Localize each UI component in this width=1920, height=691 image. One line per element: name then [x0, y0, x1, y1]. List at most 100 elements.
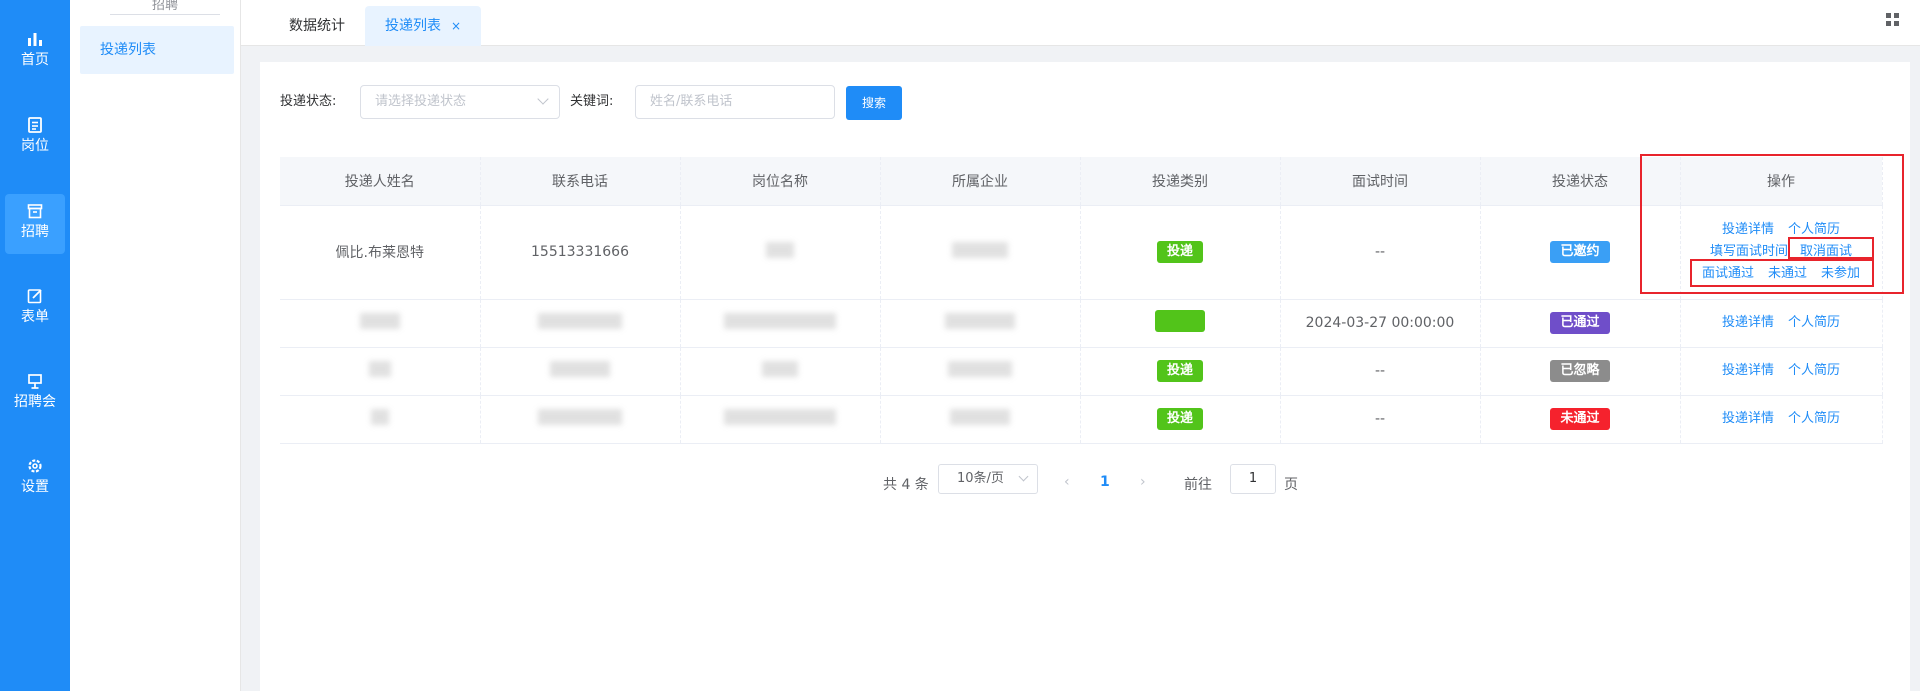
page-number[interactable]: 1	[1100, 474, 1110, 490]
header-name: 投递人姓名	[280, 157, 481, 206]
resume-link[interactable]: 个人简历	[1788, 361, 1840, 381]
cell-actions: 投递详情 个人简历	[1680, 347, 1883, 396]
presentation-icon	[28, 374, 42, 389]
goto-page-input[interactable]: 1	[1230, 464, 1276, 494]
cell-status: 已通过	[1480, 299, 1681, 348]
cell-category: 投递	[1080, 347, 1281, 396]
rail-item-jobs[interactable]: 岗位	[5, 108, 65, 168]
cell-phone: 15513331666	[480, 205, 681, 300]
cancel-interview-link[interactable]: 取消面试	[1800, 242, 1852, 262]
cell-interview-time: --	[1280, 347, 1481, 396]
bar-chart-icon	[28, 33, 42, 46]
header-phone: 联系电话	[480, 157, 681, 206]
resume-link[interactable]: 个人简历	[1788, 220, 1840, 240]
page-size-value: 10条/页	[957, 471, 1004, 486]
rail-label-settings: 设置	[21, 479, 49, 495]
table-row: 2024-03-27 00:00:00 已通过 投递详情 个人简历	[280, 299, 1883, 348]
left-rail: 首页 岗位 招聘 表单 招聘会 设置	[0, 0, 70, 691]
rail-item-forms[interactable]: 表单	[5, 279, 65, 339]
cell-company-redacted	[880, 347, 1081, 396]
applications-table: 投递人姓名 联系电话 岗位名称 所属企业 投递类别 面试时间 投递状态 操作 佩…	[280, 157, 1883, 444]
detail-link[interactable]: 投递详情	[1722, 409, 1774, 429]
prev-page-button[interactable]: ‹	[1064, 474, 1070, 490]
grid-icon[interactable]	[1886, 13, 1900, 27]
detail-link[interactable]: 投递详情	[1722, 220, 1774, 240]
inbox-icon	[27, 204, 43, 219]
rail-item-recruit[interactable]: 招聘	[5, 194, 65, 254]
keyword-input-placeholder: 姓名/联系电话	[650, 94, 733, 109]
status-filter-label: 投递状态:	[280, 94, 337, 109]
keyword-input[interactable]: 姓名/联系电话	[635, 85, 835, 119]
tab-applications[interactable]: 投递列表 ×	[365, 6, 482, 46]
rail-label-jobfair: 招聘会	[14, 394, 56, 410]
tab-applications-label: 投递列表	[385, 18, 441, 34]
cell-phone-redacted	[480, 347, 681, 396]
header-interview-time: 面试时间	[1280, 157, 1481, 206]
header-company: 所属企业	[880, 157, 1081, 206]
page-size-select[interactable]: 10条/页	[938, 464, 1038, 494]
edit-icon	[27, 289, 42, 304]
cell-company-redacted	[880, 205, 1081, 300]
header-position: 岗位名称	[680, 157, 881, 206]
cell-status: 已邀约	[1480, 205, 1681, 300]
submenu-title: 招聘	[110, 0, 220, 15]
category-tag: 投递	[1156, 360, 1203, 382]
rail-item-jobfair[interactable]: 招聘会	[5, 364, 65, 424]
cell-company-redacted	[880, 299, 1081, 348]
keyword-label: 关键词:	[570, 94, 614, 109]
cell-actions: 投递详情 个人简历	[1680, 299, 1883, 348]
cell-phone-redacted	[480, 299, 681, 348]
tab-bar: 数据统计 投递列表 ×	[241, 0, 1920, 46]
rail-label-recruit: 招聘	[21, 224, 49, 240]
cell-name-redacted	[280, 395, 481, 444]
rail-label-home: 首页	[21, 52, 49, 68]
status-select[interactable]: 请选择投递状态	[360, 85, 560, 119]
cell-position-redacted	[680, 347, 881, 396]
cell-company-redacted	[880, 395, 1081, 444]
rail-item-home[interactable]: 首页	[5, 22, 65, 82]
chevron-down-icon	[1018, 471, 1029, 482]
header-status: 投递状态	[1480, 157, 1681, 206]
table-row: 佩比.布莱恩特 15513331666 投递 -- 已邀约 投递详情 个人简历 …	[280, 205, 1883, 300]
chevron-down-icon	[537, 93, 549, 105]
rail-label-jobs: 岗位	[21, 138, 49, 154]
category-tag	[1155, 310, 1205, 332]
header-actions: 操作	[1680, 157, 1883, 206]
cell-actions: 投递详情 个人简历	[1680, 395, 1883, 444]
cell-interview-time: 2024-03-27 00:00:00	[1280, 299, 1481, 348]
cell-name-redacted	[280, 299, 481, 348]
status-badge: 已忽略	[1550, 360, 1610, 382]
status-badge: 已通过	[1550, 312, 1610, 334]
cell-interview-time: --	[1280, 395, 1481, 444]
cell-position-redacted	[680, 205, 881, 300]
submenu-item-applications[interactable]: 投递列表	[80, 26, 234, 74]
next-page-button[interactable]: ›	[1140, 474, 1146, 490]
rail-item-settings[interactable]: 设置	[5, 449, 65, 509]
sub-menu: 招聘 投递列表	[70, 0, 241, 691]
close-icon[interactable]: ×	[451, 19, 461, 33]
table-header-row: 投递人姓名 联系电话 岗位名称 所属企业 投递类别 面试时间 投递状态 操作	[280, 157, 1883, 206]
status-select-placeholder: 请选择投递状态	[375, 94, 467, 109]
cell-name: 佩比.布莱恩特	[280, 205, 481, 300]
status-badge: 已邀约	[1550, 241, 1610, 263]
cell-category: 投递	[1080, 205, 1281, 300]
tab-statistics[interactable]: 数据统计	[269, 6, 365, 46]
document-icon	[28, 117, 42, 133]
resume-link[interactable]: 个人简历	[1788, 313, 1840, 333]
search-button[interactable]: 搜索	[846, 86, 902, 120]
cell-category	[1080, 299, 1281, 348]
interview-pass-link[interactable]: 面试通过	[1702, 264, 1754, 284]
fill-interview-time-link[interactable]: 填写面试时间	[1710, 242, 1788, 262]
gear-icon	[28, 459, 42, 473]
interview-absent-link[interactable]: 未参加	[1821, 264, 1860, 284]
interview-fail-link[interactable]: 未通过	[1768, 264, 1807, 284]
main-card: 投递状态: 请选择投递状态 关键词: 姓名/联系电话 搜索 投递人姓名 联系电话…	[260, 62, 1910, 691]
cell-category: 投递	[1080, 395, 1281, 444]
goto-label: 前往	[1184, 477, 1212, 493]
pagination-total: 共 4 条	[883, 477, 929, 493]
status-badge: 未通过	[1550, 408, 1610, 430]
detail-link[interactable]: 投递详情	[1722, 361, 1774, 381]
tab-statistics-label: 数据统计	[289, 18, 345, 34]
detail-link[interactable]: 投递详情	[1722, 313, 1774, 333]
resume-link[interactable]: 个人简历	[1788, 409, 1840, 429]
